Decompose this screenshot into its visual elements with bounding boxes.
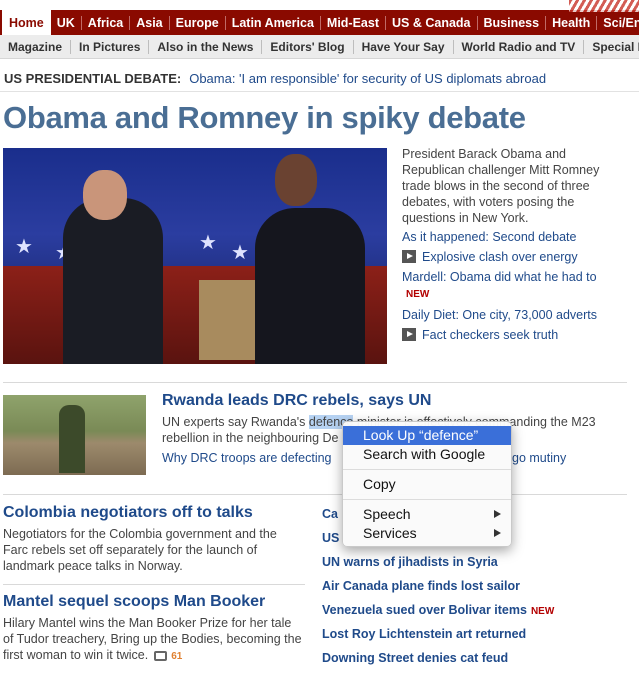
nav-us-canada[interactable]: US & Canada xyxy=(386,15,478,30)
headline-link[interactable]: Downing Street denies cat feud xyxy=(322,650,622,674)
new-badge: NEW xyxy=(530,606,555,617)
rwanda-photo[interactable] xyxy=(3,395,146,475)
nav-business[interactable]: Business xyxy=(478,15,547,30)
submenu-arrow-icon xyxy=(494,510,501,518)
related-link[interactable]: As it happened: Second debate xyxy=(402,229,627,245)
divider xyxy=(3,584,305,585)
new-badge: NEW xyxy=(406,289,430,300)
menu-item-services[interactable]: Services xyxy=(343,524,511,543)
comment-icon[interactable] xyxy=(154,650,168,661)
nav-special-reports[interactable]: Special Re xyxy=(584,40,639,54)
header-decoration xyxy=(569,0,639,12)
nav-health[interactable]: Health xyxy=(546,15,598,30)
context-menu: Look Up “defence” Search with Google Cop… xyxy=(342,421,512,547)
story-colombia: Colombia negotiators off to talks Negoti… xyxy=(3,504,303,574)
nav-sci-enviro[interactable]: Sci/Enviro xyxy=(597,16,639,30)
primary-nav: Home UK Africa Asia Europe Latin America… xyxy=(0,9,639,36)
menu-separator xyxy=(343,469,511,470)
divider xyxy=(3,494,627,495)
rwanda-related-link[interactable]: Why DRC troops are defecting xyxy=(162,451,332,465)
nav-latin-america[interactable]: Latin America xyxy=(226,15,321,30)
nav-editors-blog[interactable]: Editors' Blog xyxy=(262,39,354,54)
story-summary: Negotiators for the Colombia government … xyxy=(3,527,277,573)
headline-link[interactable]: Air Canada plane finds lost sailor xyxy=(322,578,622,602)
nav-europe[interactable]: Europe xyxy=(170,15,226,30)
lead-related-links: As it happened: Second debate Explosive … xyxy=(402,229,627,347)
menu-item-speech[interactable]: Speech xyxy=(343,505,511,524)
nav-uk[interactable]: UK xyxy=(51,15,82,30)
menu-item-look-up[interactable]: Look Up “defence” xyxy=(343,426,511,445)
video-play-icon xyxy=(402,250,416,263)
video-play-icon xyxy=(402,328,416,341)
breaking-label: US PRESIDENTIAL DEBATE: xyxy=(4,71,182,86)
related-link[interactable]: Mardell: Obama did what he had to NEW xyxy=(402,269,627,303)
breaking-link[interactable]: Obama: 'I am responsible' for security o… xyxy=(189,71,546,86)
story-headline[interactable]: Mantel sequel scoops Man Booker xyxy=(3,593,303,611)
lead-summary: President Barack Obama and Republican ch… xyxy=(402,147,600,225)
nav-mid-east[interactable]: Mid-East xyxy=(321,15,386,30)
menu-item-search-google[interactable]: Search with Google xyxy=(343,445,511,464)
divider xyxy=(3,382,627,383)
nav-magazine[interactable]: Magazine xyxy=(0,39,72,54)
nav-asia[interactable]: Asia xyxy=(130,15,170,30)
related-video-link[interactable]: Explosive clash over energy xyxy=(402,249,627,265)
nav-africa[interactable]: Africa xyxy=(82,15,131,30)
lead-photo[interactable]: ★ ★ ★ ★ ★ xyxy=(3,148,387,364)
submenu-arrow-icon xyxy=(494,529,501,537)
story-summary: Hilary Mantel wins the Man Booker Prize … xyxy=(3,616,302,662)
breaking-news-bar: US PRESIDENTIAL DEBATE: Obama: 'I am res… xyxy=(0,66,639,92)
nav-have-your-say[interactable]: Have Your Say xyxy=(354,39,454,54)
related-link[interactable]: Daily Diet: One city, 73,000 adverts xyxy=(402,307,627,323)
comment-count[interactable]: 61 xyxy=(171,651,182,662)
rwanda-related-link-2[interactable]: go mutiny xyxy=(512,451,566,465)
nav-world-radio-tv[interactable]: World Radio and TV xyxy=(454,39,585,54)
nav-home[interactable]: Home xyxy=(2,9,51,36)
story-mantel: Mantel sequel scoops Man Booker Hilary M… xyxy=(3,593,303,665)
headline-link[interactable]: UN warns of jihadists in Syria xyxy=(322,554,622,578)
headline-link[interactable]: Lost Roy Lichtenstein art returned xyxy=(322,626,622,650)
nav-in-pictures[interactable]: In Pictures xyxy=(71,39,150,54)
menu-item-copy[interactable]: Copy xyxy=(343,475,511,494)
secondary-nav: Magazine In Pictures Also in the News Ed… xyxy=(0,35,639,59)
nav-also-in-news[interactable]: Also in the News xyxy=(149,39,263,54)
rwanda-headline[interactable]: Rwanda leads DRC rebels, says UN xyxy=(162,392,431,410)
menu-separator xyxy=(343,499,511,500)
lead-headline[interactable]: Obama and Romney in spiky debate xyxy=(3,100,526,136)
headline-link[interactable]: Venezuela sued over Bolivar items NEW xyxy=(322,602,622,626)
story-headline[interactable]: Colombia negotiators off to talks xyxy=(3,504,303,522)
related-video-link[interactable]: Fact checkers seek truth xyxy=(402,327,627,343)
